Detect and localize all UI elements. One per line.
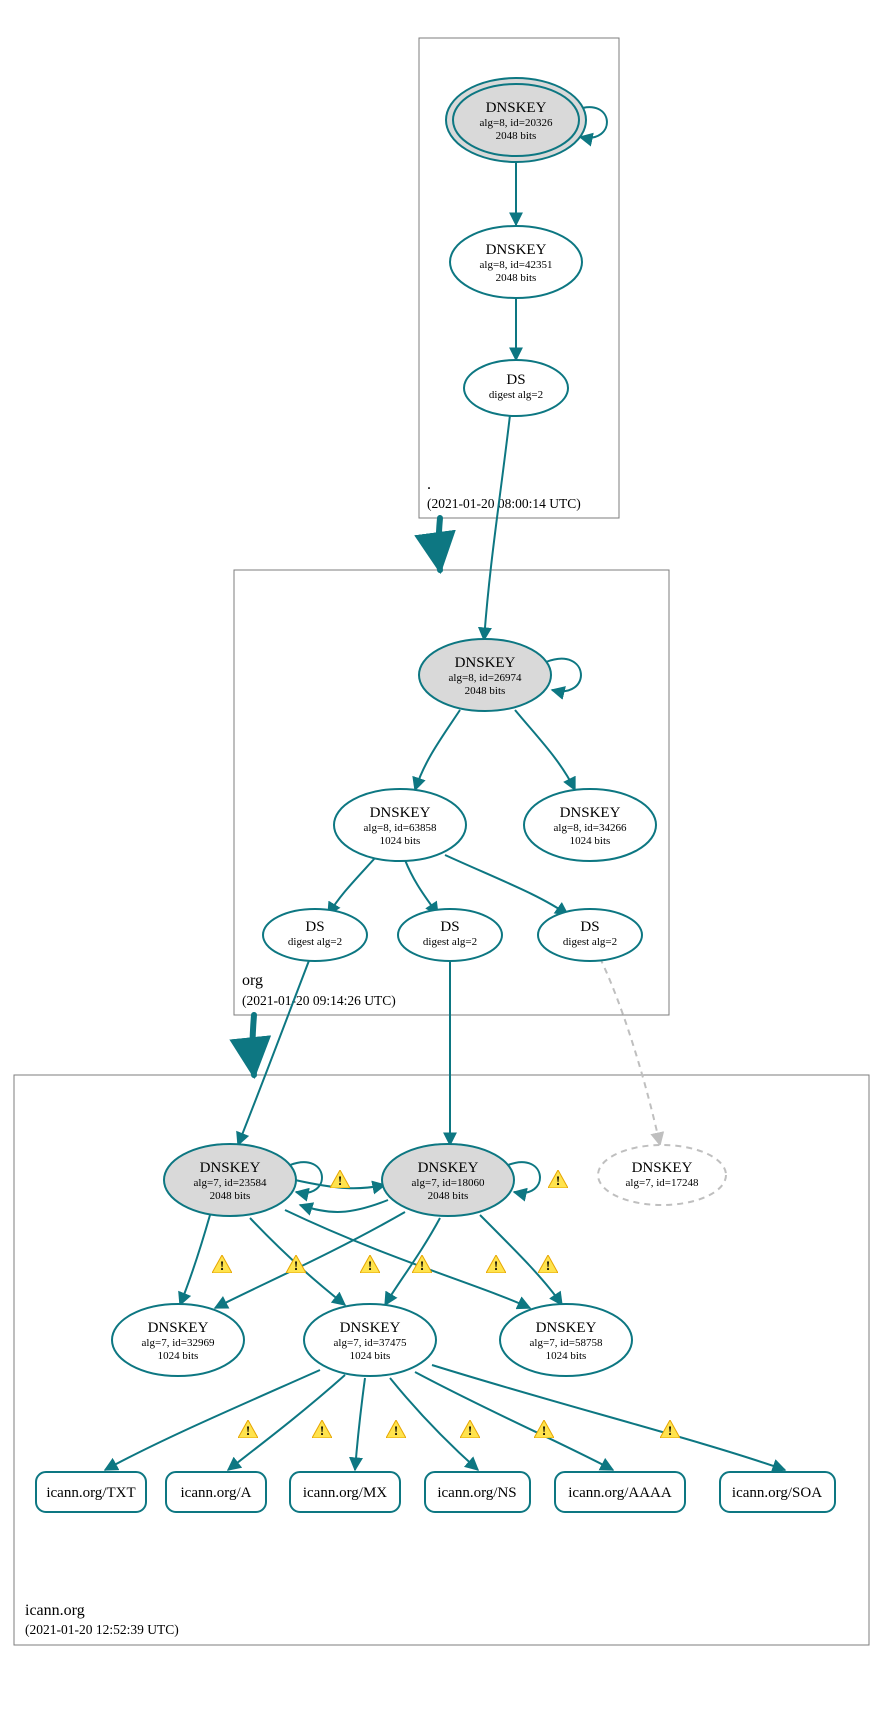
svg-text:digest alg=2: digest alg=2: [423, 936, 477, 948]
node-rr-txt: icann.org/TXT: [36, 1472, 146, 1512]
svg-text:DS: DS: [506, 372, 525, 388]
warning-icon: [548, 1170, 568, 1188]
zone-org-label: org: [242, 972, 263, 989]
node-dnskey-org-zsk1: DNSKEY alg=8, id=63858 1024 bits: [334, 789, 466, 861]
warning-icon: [386, 1420, 406, 1438]
node-rr-a: icann.org/A: [166, 1472, 266, 1512]
svg-text:alg=7, id=37475: alg=7, id=37475: [334, 1337, 407, 1349]
node-ds-org-2: DS digest alg=2: [398, 909, 502, 961]
warning-icon: [538, 1255, 558, 1273]
svg-text:DNSKEY: DNSKEY: [148, 1320, 209, 1336]
svg-text:2048 bits: 2048 bits: [496, 272, 537, 284]
svg-text:alg=8, id=26974: alg=8, id=26974: [449, 672, 522, 684]
svg-text:alg=7, id=17248: alg=7, id=17248: [626, 1177, 699, 1189]
node-dnskey-icann-zsk2: DNSKEY alg=7, id=37475 1024 bits: [304, 1304, 436, 1376]
zone-root-label: .: [427, 476, 431, 493]
node-dnskey-icann-ksk3: DNSKEY alg=7, id=17248: [598, 1145, 726, 1205]
svg-text:alg=8, id=34266: alg=8, id=34266: [554, 822, 627, 834]
node-dnskey-root-zsk: DNSKEY alg=8, id=42351 2048 bits: [450, 226, 582, 298]
rrset-nodes: icann.org/TXT icann.org/A icann.org/MX i…: [36, 1472, 835, 1512]
svg-text:digest alg=2: digest alg=2: [563, 936, 617, 948]
svg-text:icann.org/A: icann.org/A: [181, 1485, 252, 1501]
svg-text:icann.org/MX: icann.org/MX: [303, 1485, 387, 1501]
node-rr-soa: icann.org/SOA: [720, 1472, 835, 1512]
svg-text:DNSKEY: DNSKEY: [560, 805, 621, 821]
node-ds-root: DS digest alg=2: [464, 360, 568, 416]
zone-icann-ts: (2021-01-20 12:52:39 UTC): [25, 1622, 179, 1637]
svg-text:icann.org/TXT: icann.org/TXT: [46, 1485, 135, 1501]
svg-text:DNSKEY: DNSKEY: [455, 655, 516, 671]
svg-text:1024 bits: 1024 bits: [570, 835, 611, 847]
svg-text:DNSKEY: DNSKEY: [536, 1320, 597, 1336]
svg-text:alg=7, id=58758: alg=7, id=58758: [530, 1337, 603, 1349]
svg-text:icann.org/SOA: icann.org/SOA: [732, 1485, 822, 1501]
svg-text:DNSKEY: DNSKEY: [486, 100, 547, 116]
svg-text:DNSKEY: DNSKEY: [340, 1320, 401, 1336]
zone-icann-label: icann.org: [25, 1602, 85, 1619]
warning-icon: [486, 1255, 506, 1273]
svg-text:DS: DS: [305, 919, 324, 935]
warning-icon: [312, 1420, 332, 1438]
node-dnskey-icann-zsk1: DNSKEY alg=7, id=32969 1024 bits: [112, 1304, 244, 1376]
node-rr-aaaa: icann.org/AAAA: [555, 1472, 685, 1512]
svg-text:2048 bits: 2048 bits: [465, 685, 506, 697]
node-ds-org-1: DS digest alg=2: [263, 909, 367, 961]
svg-text:DNSKEY: DNSKEY: [418, 1160, 479, 1176]
svg-text:digest alg=2: digest alg=2: [288, 936, 342, 948]
edges: [105, 107, 785, 1470]
node-rr-mx: icann.org/MX: [290, 1472, 400, 1512]
zone-root-ts: (2021-01-20 08:00:14 UTC): [427, 496, 581, 511]
warning-icon: [212, 1255, 232, 1273]
warning-icon: [360, 1255, 380, 1273]
svg-text:DS: DS: [440, 919, 459, 935]
svg-text:alg=7, id=23584: alg=7, id=23584: [194, 1177, 267, 1189]
svg-text:icann.org/NS: icann.org/NS: [437, 1485, 516, 1501]
node-dnskey-icann-ksk2: DNSKEY alg=7, id=18060 2048 bits: [382, 1144, 514, 1216]
svg-text:DNSKEY: DNSKEY: [370, 805, 431, 821]
svg-text:DNSKEY: DNSKEY: [486, 242, 547, 258]
svg-text:2048 bits: 2048 bits: [210, 1190, 251, 1202]
svg-text:icann.org/AAAA: icann.org/AAAA: [568, 1485, 672, 1501]
svg-text:alg=8, id=20326: alg=8, id=20326: [480, 117, 553, 129]
warning-icon: [460, 1420, 480, 1438]
svg-text:1024 bits: 1024 bits: [350, 1350, 391, 1362]
node-dnskey-icann-ksk1: DNSKEY alg=7, id=23584 2048 bits: [164, 1144, 296, 1216]
warning-icon: [534, 1420, 554, 1438]
warning-icon: [660, 1420, 680, 1438]
node-dnskey-root-ksk: DNSKEY alg=8, id=20326 2048 bits: [446, 78, 586, 162]
warning-icon: [330, 1170, 350, 1188]
svg-text:digest alg=2: digest alg=2: [489, 389, 543, 401]
svg-text:alg=8, id=42351: alg=8, id=42351: [480, 259, 553, 271]
svg-text:1024 bits: 1024 bits: [546, 1350, 587, 1362]
node-dnskey-org-zsk2: DNSKEY alg=8, id=34266 1024 bits: [524, 789, 656, 861]
svg-text:DNSKEY: DNSKEY: [632, 1160, 693, 1176]
node-rr-ns: icann.org/NS: [425, 1472, 530, 1512]
node-dnskey-icann-zsk3: DNSKEY alg=7, id=58758 1024 bits: [500, 1304, 632, 1376]
svg-text:2048 bits: 2048 bits: [428, 1190, 469, 1202]
svg-text:DS: DS: [580, 919, 599, 935]
svg-text:alg=7, id=32969: alg=7, id=32969: [142, 1337, 215, 1349]
svg-text:DNSKEY: DNSKEY: [200, 1160, 261, 1176]
svg-text:alg=8, id=63858: alg=8, id=63858: [364, 822, 437, 834]
svg-text:alg=7, id=18060: alg=7, id=18060: [412, 1177, 485, 1189]
node-dnskey-org-ksk: DNSKEY alg=8, id=26974 2048 bits: [419, 639, 551, 711]
svg-text:2048 bits: 2048 bits: [496, 130, 537, 142]
svg-text:1024 bits: 1024 bits: [158, 1350, 199, 1362]
warning-icon: [238, 1420, 258, 1438]
svg-text:1024 bits: 1024 bits: [380, 835, 421, 847]
zone-org-ts: (2021-01-20 09:14:26 UTC): [242, 993, 396, 1008]
node-ds-org-3: DS digest alg=2: [538, 909, 642, 961]
